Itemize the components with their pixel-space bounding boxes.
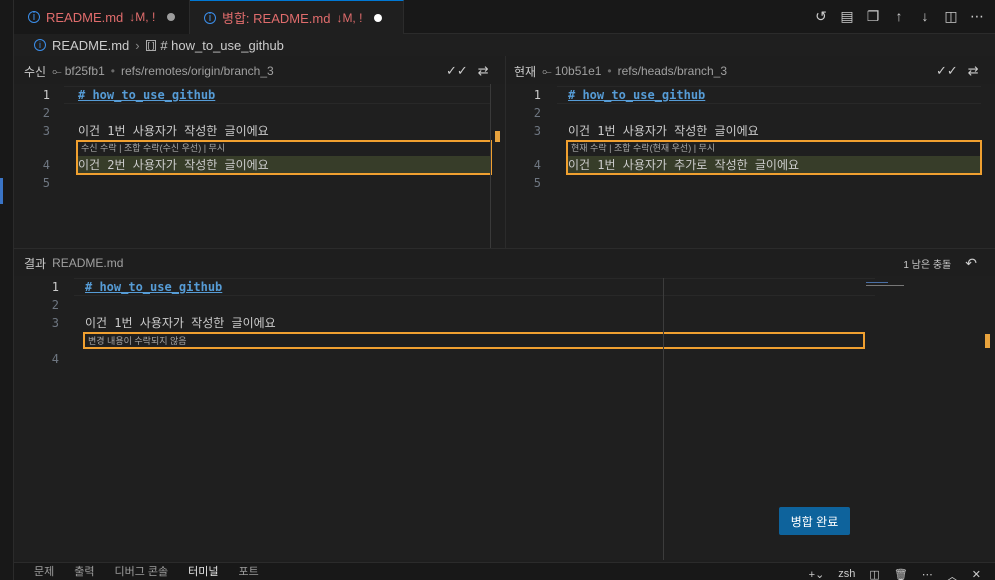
- tab-readme[interactable]: i README.md ↓M, !: [14, 0, 190, 34]
- pane-divider-horizontal[interactable]: [14, 248, 995, 249]
- code-line[interactable]: # how_to_use_github: [568, 86, 705, 104]
- separator: •: [110, 64, 115, 78]
- tab-status: ↓M, !: [129, 10, 156, 24]
- commit-icon: ⟜: [542, 63, 552, 78]
- tab-status: ↓M, !: [336, 10, 363, 25]
- line-number: 1: [533, 88, 541, 102]
- conflicts-remaining[interactable]: 1 남은 충돌: [903, 256, 951, 271]
- copy-icon[interactable]: ❐: [865, 8, 881, 24]
- line-number: 3: [533, 124, 541, 138]
- panel-actions: +⌄ zsh ◫ 🗑 ⋯ ︿ ✕: [809, 568, 981, 580]
- line-number: 5: [533, 176, 541, 190]
- breadcrumb-file[interactable]: README.md: [52, 38, 129, 53]
- ruler-guide: [663, 278, 664, 560]
- minimap-line: [866, 282, 888, 283]
- line-number: 4: [42, 158, 50, 172]
- current-label: 현재: [514, 64, 537, 79]
- incoming-ref: refs/remotes/origin/branch_3: [120, 64, 274, 78]
- complete-merge-button[interactable]: 병합 완료: [779, 507, 850, 535]
- scrollbar-track[interactable]: [490, 84, 491, 248]
- code-line[interactable]: # how_to_use_github: [85, 278, 222, 296]
- accept-all-icon[interactable]: ✓✓: [446, 63, 468, 79]
- conflict-box: [76, 140, 492, 175]
- code-line[interactable]: 이건 1번 사용자가 작성한 글이에요: [78, 122, 269, 140]
- conflict-box: [566, 140, 982, 175]
- incoming-header: 수신 ⟜ bf25fb1 • refs/remotes/origin/branc…: [24, 60, 499, 82]
- code-line[interactable]: # how_to_use_github: [78, 86, 215, 104]
- commit-icon: ⟜: [52, 63, 62, 78]
- editor-actions: ↺ ▤ ❐ ↑ ↓ ◫ ⋯: [813, 8, 985, 24]
- line-number: 5: [42, 176, 50, 190]
- incoming-actions: ✓✓ ⇄: [446, 63, 489, 79]
- activity-indicator: [0, 178, 3, 204]
- chevron-right-icon: ›: [135, 37, 140, 53]
- line-number: 1: [42, 88, 50, 102]
- line-number: 1: [51, 280, 59, 294]
- open-file-icon[interactable]: ▤: [839, 8, 855, 24]
- code-line[interactable]: 이건 1번 사용자가 작성한 글이에요: [85, 314, 276, 332]
- symbol-icon: [ ]: [145, 39, 157, 51]
- minimap-line: [866, 285, 904, 286]
- history-icon[interactable]: ↺: [813, 8, 829, 24]
- incoming-hash: bf25fb1: [64, 64, 105, 78]
- new-terminal-icon[interactable]: +⌄: [809, 568, 825, 580]
- more-actions-icon[interactable]: ⋯: [922, 568, 933, 580]
- conflict-scroll-marker: [985, 334, 990, 348]
- result-header: 결과 README.md: [24, 252, 123, 274]
- arrow-down-icon[interactable]: ↓: [917, 8, 933, 24]
- tab-debug-console[interactable]: 디버그 콘솔: [115, 563, 169, 579]
- tab-merge-readme[interactable]: i 병합: README.md ↓M, !: [190, 0, 404, 34]
- breadcrumb: i README.md › [ ] # how_to_use_github: [14, 34, 995, 56]
- tab-output[interactable]: 출력: [74, 563, 94, 579]
- result-actions: 1 남은 충돌 ↶: [903, 252, 977, 274]
- result-label: 결과: [24, 256, 47, 271]
- compare-icon[interactable]: ⇄: [968, 63, 979, 79]
- info-icon: i: [204, 11, 216, 24]
- current-actions: ✓✓ ⇄: [936, 63, 979, 79]
- dirty-indicator-icon[interactable]: [374, 13, 383, 22]
- incoming-editor[interactable]: 1 # how_to_use_github 2 3 이건 1번 사용자가 작성한 글…: [14, 84, 505, 248]
- compare-icon[interactable]: ⇄: [478, 63, 489, 79]
- tab-ports[interactable]: 포트: [239, 563, 259, 579]
- pane-divider[interactable]: [505, 56, 506, 248]
- separator: •: [607, 64, 612, 78]
- close-icon[interactable]: ✕: [972, 568, 981, 580]
- tab-problems[interactable]: 문제: [34, 563, 54, 579]
- line-number: 2: [42, 106, 50, 120]
- trash-icon[interactable]: 🗑: [894, 568, 908, 580]
- tab-bar: i README.md ↓M, ! i 병합: README.md ↓M, ! …: [14, 0, 995, 34]
- code-line[interactable]: 이건 1번 사용자가 작성한 글이에요: [568, 122, 759, 140]
- current-header: 현재 ⟜ 10b51e1 • refs/heads/branch_3 ✓✓ ⇄: [514, 60, 984, 82]
- accept-all-icon[interactable]: ✓✓: [936, 63, 958, 79]
- minimap[interactable]: [866, 282, 906, 292]
- arrow-up-icon[interactable]: ↑: [891, 8, 907, 24]
- maximize-panel-icon[interactable]: ︿: [947, 568, 958, 580]
- tab-title: README.md: [46, 9, 124, 25]
- info-icon: i: [34, 39, 46, 51]
- dirty-indicator-icon[interactable]: [167, 13, 176, 21]
- terminal-shell[interactable]: zsh: [838, 568, 855, 580]
- info-icon: i: [28, 11, 40, 23]
- line-number: 2: [51, 298, 59, 312]
- current-ref: refs/heads/branch_3: [617, 64, 728, 78]
- result-file: README.md: [52, 256, 124, 270]
- current-hash: 10b51e1: [554, 64, 602, 78]
- conflict-box: [83, 332, 865, 349]
- breadcrumb-symbol[interactable]: # how_to_use_github: [160, 38, 284, 53]
- tab-terminal[interactable]: 터미널: [188, 563, 218, 579]
- tab-title: 병합: README.md: [222, 11, 331, 26]
- conflict-scroll-marker: [495, 131, 500, 142]
- line-number: 4: [51, 352, 59, 366]
- current-editor[interactable]: 1 # how_to_use_github 2 3 이건 1번 사용자가 작성한 글…: [505, 84, 995, 248]
- line-number: 3: [42, 124, 50, 138]
- reset-icon[interactable]: ↶: [965, 255, 977, 272]
- line-number: 4: [533, 158, 541, 172]
- more-actions-icon[interactable]: ⋯: [969, 8, 985, 24]
- line-number: 3: [51, 316, 59, 330]
- incoming-label: 수신: [24, 64, 47, 79]
- split-terminal-icon[interactable]: ◫: [869, 568, 879, 580]
- activity-bar: [0, 0, 14, 580]
- line-number: 2: [533, 106, 541, 120]
- split-editor-icon[interactable]: ◫: [943, 8, 959, 24]
